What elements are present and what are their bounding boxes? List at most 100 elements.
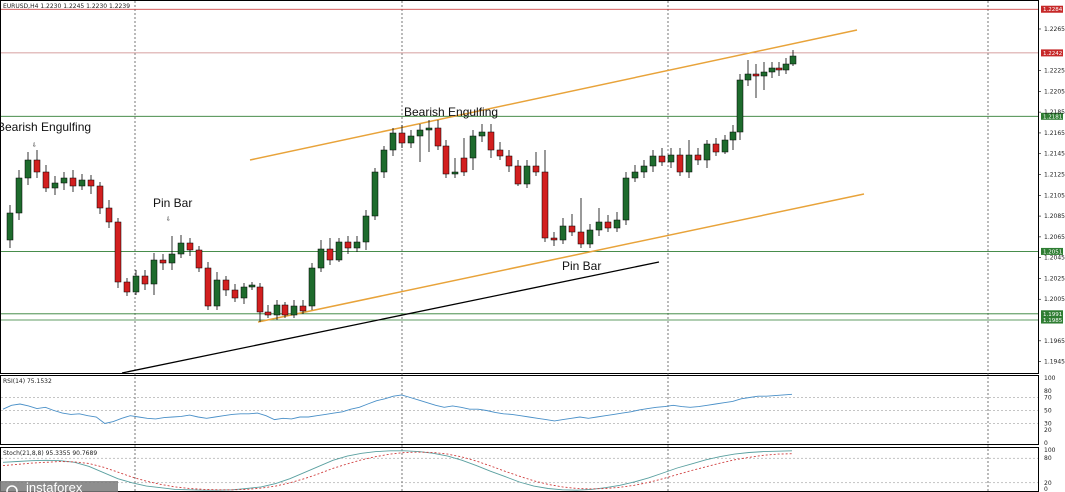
bearish-candle — [141, 270, 149, 290]
bullish-candle — [729, 125, 737, 150]
bearish-candle — [264, 305, 272, 318]
bearish-engulfing-left-label: Bearish Engulfing — [0, 120, 91, 134]
bullish-candle — [389, 128, 397, 156]
rsi-label: RSI(14) 75.1532 — [3, 378, 52, 385]
rsi-grid — [1, 397, 1038, 424]
bearish-candle — [96, 182, 104, 214]
level-price-label: 1.2242 — [1043, 51, 1062, 57]
bullish-candle — [407, 130, 415, 148]
bullish-candle — [768, 62, 776, 78]
bullish-candle — [685, 140, 693, 178]
bullish-candle — [595, 208, 603, 236]
price-chart[interactable]: EURUSD,H4 1.2230 1.2245 1.2230 1.2239 1.… — [0, 0, 1065, 492]
bearish-engulfing-mid-label: Bearish Engulfing — [404, 105, 498, 119]
bearish-candle — [123, 278, 131, 296]
bullish-candle — [469, 130, 477, 170]
bearish-candle — [442, 140, 450, 178]
bearish-candle — [33, 150, 41, 178]
stoch-axis: 10080200 — [1044, 447, 1056, 492]
bearish-candle — [159, 254, 167, 270]
bearish-candle — [195, 246, 203, 272]
bearish-candle — [42, 165, 50, 192]
bullish-candle — [60, 172, 68, 190]
price-tick-label: 1.2125 — [1044, 172, 1065, 179]
bullish-candle — [416, 124, 424, 162]
price-tick-label: 1.2165 — [1044, 130, 1065, 137]
pin-bar-left-label: Pin Bar — [153, 196, 192, 210]
bullish-candle — [6, 205, 14, 248]
bearish-candle — [775, 62, 783, 76]
bearish-candle — [550, 232, 558, 246]
bearish-candle — [604, 215, 612, 232]
bullish-candle — [667, 148, 675, 168]
rsi-tick-label: 0 — [1044, 440, 1048, 447]
bullish-candle — [240, 283, 248, 304]
rsi-tick-label: 20 — [1044, 427, 1052, 434]
bullish-candle — [335, 238, 343, 262]
channel-upper-line[interactable] — [249, 29, 858, 161]
bullish-candle — [51, 176, 59, 195]
bullish-candle — [78, 174, 86, 190]
bullish-candle — [150, 253, 158, 295]
watermark-logo: instaforex — [0, 480, 118, 492]
bullish-candle — [177, 235, 185, 258]
bearish-candle — [541, 150, 549, 242]
bullish-candle — [353, 236, 361, 252]
bullish-candle — [451, 158, 459, 178]
bullish-candle — [248, 282, 256, 290]
price-tick-label: 1.2265 — [1044, 26, 1065, 33]
price-tick-label: 1.2185 — [1044, 109, 1065, 116]
bullish-candle — [371, 168, 379, 220]
rsi-line — [2, 393, 793, 424]
bearish-candle — [186, 238, 194, 256]
bearish-candle — [532, 152, 540, 176]
price-tick-label: 1.2145 — [1044, 151, 1065, 158]
bullish-candle — [425, 120, 433, 152]
bearish-candle — [204, 262, 212, 310]
bullish-candle — [613, 212, 621, 232]
bearish-candle — [434, 120, 442, 150]
bearish-candle — [505, 150, 513, 172]
bullish-candle — [380, 146, 388, 178]
stoch-grid — [1, 457, 1038, 484]
level-price-label: 1.2284 — [1043, 7, 1063, 13]
bullish-candle — [523, 160, 531, 188]
main-panel-frame — [0, 0, 1039, 374]
price-tick-label: 1.2205 — [1044, 88, 1065, 95]
svg-text:⇩: ⇩ — [166, 216, 171, 223]
candlesticks — [6, 50, 797, 322]
bullish-candle — [703, 140, 711, 168]
bearish-candle — [87, 175, 95, 194]
stoch-tick-label: 0 — [1044, 486, 1048, 492]
bearish-candle — [676, 148, 684, 176]
bearish-candle — [222, 276, 230, 296]
rsi-axis: 10080705030200 — [1044, 375, 1056, 447]
channel-lower-line[interactable] — [257, 193, 865, 323]
price-tick-label: 1.1965 — [1044, 338, 1065, 345]
pin-bar-right-label: Pin Bar — [562, 259, 601, 273]
bullish-candle — [736, 74, 744, 140]
bearish-candle — [496, 142, 504, 160]
level-price-label: 1.1985 — [1043, 318, 1063, 324]
price-tick-label: 1.2045 — [1044, 255, 1065, 262]
bearish-candle — [256, 283, 264, 322]
bullish-candle — [15, 170, 23, 220]
rsi-tick-label: 50 — [1044, 408, 1052, 415]
bearish-candle — [460, 138, 468, 176]
bearish-candle — [752, 64, 760, 98]
bullish-candle — [213, 272, 221, 310]
bullish-candle — [308, 263, 316, 310]
bullish-candle — [744, 60, 752, 86]
bearish-candle — [114, 218, 122, 288]
bullish-candle — [586, 224, 594, 248]
bullish-candle — [782, 58, 790, 74]
bearish-candle — [326, 238, 334, 265]
bearish-candle — [568, 214, 576, 236]
bearish-candle — [577, 198, 585, 248]
svg-text:⇩: ⇩ — [32, 142, 37, 149]
bearish-candle — [658, 148, 666, 166]
rsi-tick-label: 100 — [1044, 375, 1056, 382]
bullish-candle — [168, 236, 176, 270]
support-trendline[interactable] — [121, 261, 660, 374]
period-separators — [134, 1, 989, 492]
